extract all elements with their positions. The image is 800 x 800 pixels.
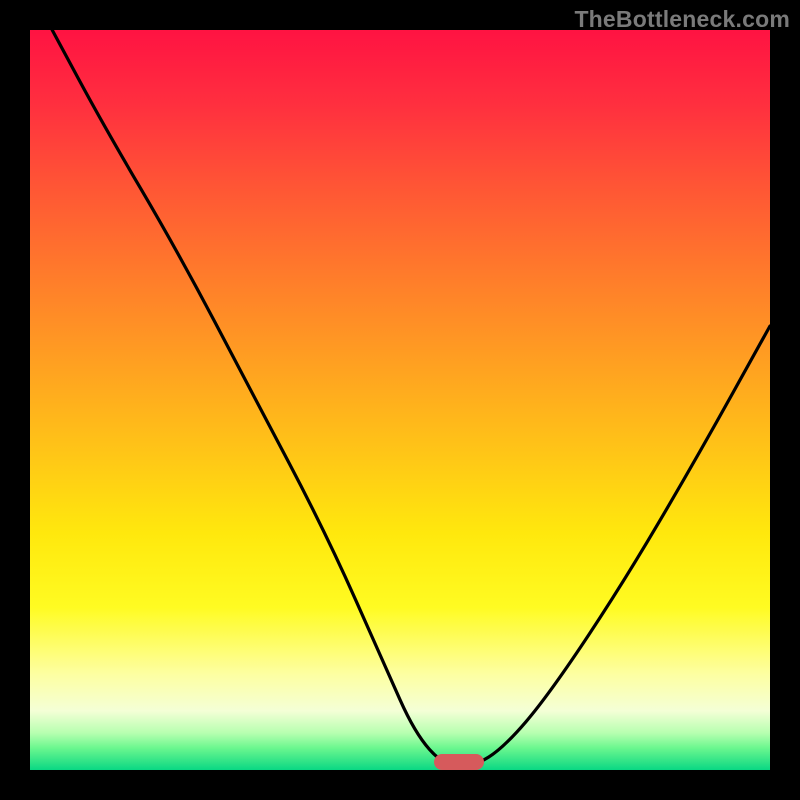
optimal-marker	[434, 754, 484, 770]
plot-area	[30, 30, 770, 770]
chart-frame: TheBottleneck.com	[0, 0, 800, 800]
bottleneck-curve	[30, 30, 770, 770]
watermark-text: TheBottleneck.com	[574, 6, 790, 33]
